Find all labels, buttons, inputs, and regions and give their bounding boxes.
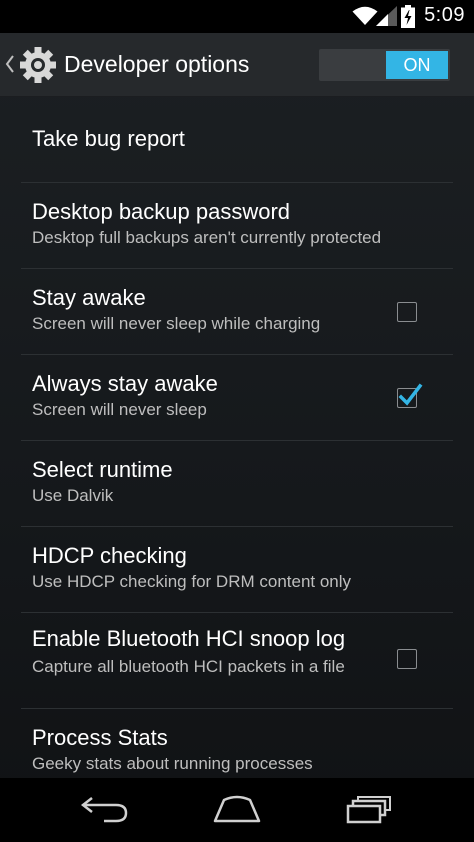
settings-gear-icon[interactable] bbox=[18, 45, 58, 90]
recent-apps-icon[interactable] bbox=[345, 796, 393, 829]
navigation-bar bbox=[0, 778, 474, 842]
pref-bluetooth-hci-snoop-log[interactable]: Enable Bluetooth HCI snoop log Capture a… bbox=[21, 613, 453, 709]
pref-title: Desktop backup password bbox=[32, 199, 291, 224]
pref-hdcp-checking[interactable]: HDCP checking Use HDCP checking for DRM … bbox=[21, 527, 453, 613]
toggle-on-label: ON bbox=[386, 51, 448, 79]
pref-summary: Screen will never sleep bbox=[32, 400, 207, 419]
battery-charging-icon bbox=[401, 5, 415, 33]
pref-summary: Geeky stats about running processes bbox=[32, 754, 313, 773]
pref-title: Select runtime bbox=[32, 457, 173, 482]
pref-always-stay-awake[interactable]: Always stay awake Screen will never slee… bbox=[21, 355, 453, 441]
pref-summary: Capture all bluetooth HCI packets in a f… bbox=[32, 657, 345, 676]
pref-title: Take bug report bbox=[32, 126, 185, 151]
pref-title: Always stay awake bbox=[32, 371, 218, 396]
checkmark-icon bbox=[398, 383, 423, 406]
pref-stay-awake[interactable]: Stay awake Screen will never sleep while… bbox=[21, 269, 453, 355]
pref-title: Enable Bluetooth HCI snoop log bbox=[32, 626, 346, 651]
wifi-icon bbox=[352, 6, 378, 31]
pref-take-bug-report[interactable]: Take bug report bbox=[21, 97, 453, 183]
pref-title: HDCP checking bbox=[32, 543, 187, 568]
page-title: Developer options bbox=[64, 51, 250, 77]
pref-summary: Desktop full backups aren't currently pr… bbox=[32, 228, 382, 247]
developer-options-toggle[interactable]: ON bbox=[319, 49, 450, 81]
screen: 5:09 Developer options ON Take bug repor… bbox=[0, 0, 474, 842]
pref-desktop-backup-password[interactable]: Desktop backup password Desktop full bac… bbox=[21, 183, 453, 269]
pref-select-runtime[interactable]: Select runtime Use Dalvik bbox=[21, 441, 453, 527]
action-bar: Developer options ON bbox=[0, 33, 474, 97]
back-icon[interactable] bbox=[80, 794, 130, 831]
status-bar: 5:09 bbox=[0, 0, 474, 33]
pref-title: Stay awake bbox=[32, 285, 146, 310]
pref-summary: Use HDCP checking for DRM content only bbox=[32, 572, 352, 591]
always-stay-awake-checkbox[interactable] bbox=[397, 383, 423, 408]
pref-title: Process Stats bbox=[32, 725, 168, 750]
home-icon[interactable] bbox=[212, 794, 262, 831]
pref-summary: Screen will never sleep while charging bbox=[32, 314, 321, 333]
cell-signal-icon bbox=[376, 6, 398, 31]
status-clock: 5:09 bbox=[424, 4, 465, 26]
up-caret-icon[interactable] bbox=[5, 55, 15, 78]
stay-awake-checkbox[interactable] bbox=[397, 302, 417, 322]
pref-summary: Use Dalvik bbox=[32, 486, 114, 505]
bluetooth-hci-snoop-log-checkbox[interactable] bbox=[397, 649, 417, 669]
preference-list: Take bug report Desktop backup password … bbox=[0, 97, 474, 799]
